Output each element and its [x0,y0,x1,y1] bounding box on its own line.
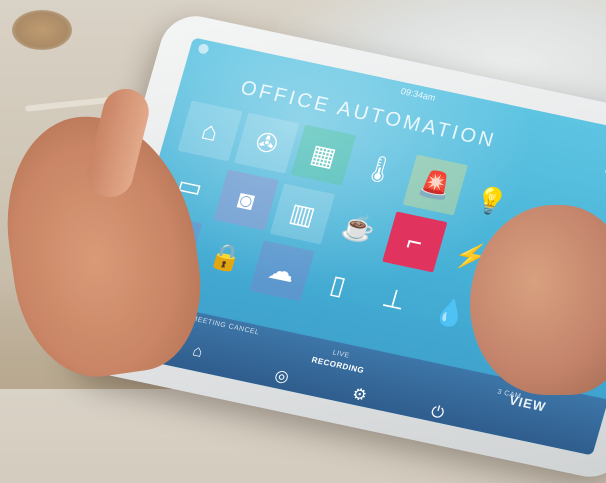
coffee-cup-tile[interactable]: ☕ [326,198,391,259]
background-cup [12,10,72,50]
window-grid-tile[interactable]: ▦ [290,124,357,186]
window-grid-icon: ▦ [307,137,340,172]
door-handle-tile[interactable]: ⌐ [382,211,448,273]
house-icon: ⌂ [198,114,223,147]
cloud-network-icon: ☁ [265,253,299,288]
power-icon[interactable]: ⏻ [426,403,449,424]
home-icon[interactable]: ⌂ [186,342,209,363]
router-icon: ⊥ [379,281,410,316]
cloud-network-tile[interactable]: ☁ [249,240,315,302]
alarm-light-tile[interactable]: 🚨 [402,154,468,216]
water-drop-icon: 💧 [430,294,471,331]
fan-tile[interactable]: ✇ [234,112,300,174]
fan-icon: ✇ [252,125,282,160]
padlock-tile[interactable]: 🔒 [193,227,258,288]
security-camera-tile[interactable]: ◙ [213,169,279,231]
thermometer-icon: 🌡 [359,150,401,187]
router-tile[interactable]: ⊥ [362,268,427,329]
blinds-icon: ▥ [286,196,319,231]
alarm-light-icon: 🚨 [415,166,456,203]
lightbulb-icon: 💡 [471,182,512,219]
padlock-icon: 🔒 [205,238,246,275]
blinds-tile[interactable]: ▥ [269,183,336,245]
fridge-tile[interactable]: ▯ [306,255,371,316]
clock-text: 09:34am [399,85,437,103]
menu-icon[interactable] [197,42,210,55]
settings-gear-icon[interactable]: ⚙ [348,384,371,405]
security-camera-icon: ◙ [234,183,259,216]
thermometer-tile[interactable]: 🌡 [347,139,412,200]
coffee-cup-icon: ☕ [338,209,379,246]
compass-icon[interactable]: ◎ [271,366,294,387]
door-handle-icon: ⌐ [403,225,427,258]
fridge-icon: ▯ [327,268,350,301]
